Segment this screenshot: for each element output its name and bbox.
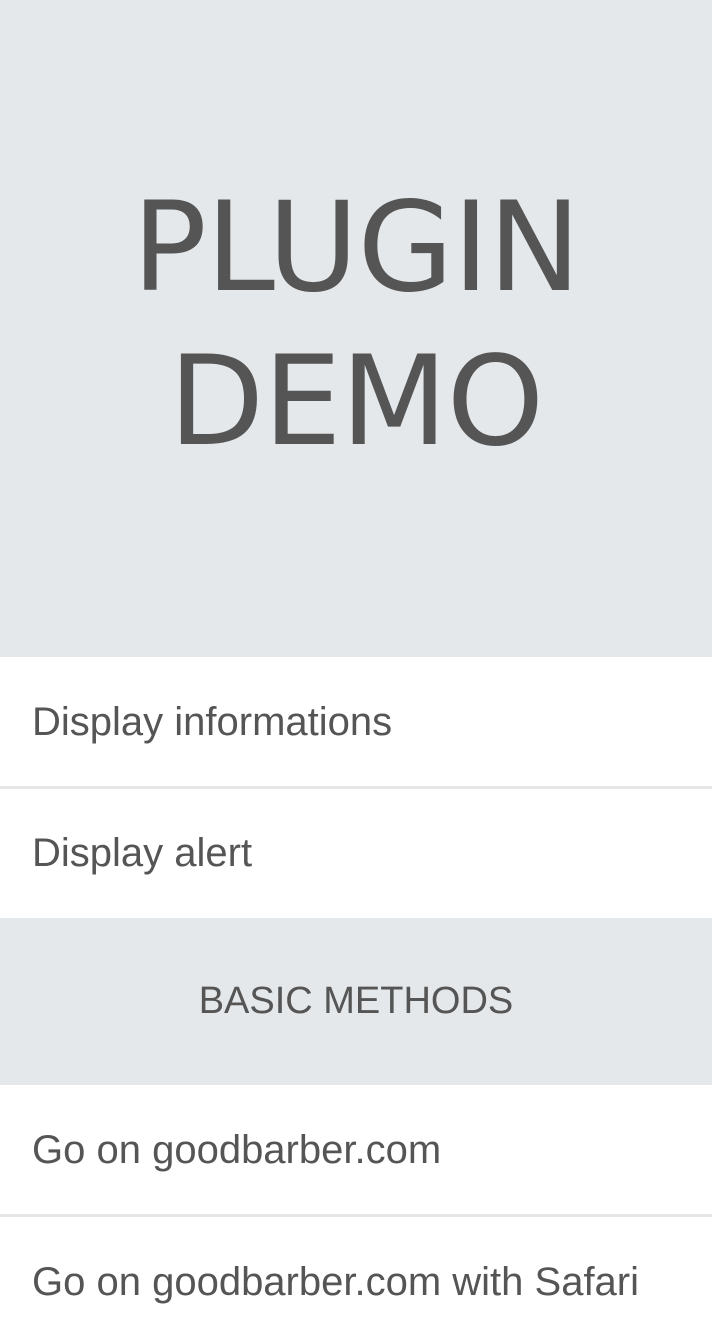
- hero-banner: PLUGIN DEMO: [0, 0, 712, 657]
- list-item-go-on-goodbarber[interactable]: Go on goodbarber.com: [0, 1085, 712, 1215]
- list-item-go-on-goodbarber-safari[interactable]: Go on goodbarber.com with Safari: [0, 1217, 712, 1340]
- page-title: PLUGIN DEMO: [132, 175, 581, 474]
- list-item-label: Go on goodbarber.com with Safari: [32, 1260, 640, 1304]
- list-item-label: Display alert: [32, 831, 253, 875]
- section-title: BASIC METHODS: [198, 980, 514, 1022]
- list-item-label: Go on goodbarber.com: [32, 1127, 442, 1172]
- list-item-display-informations[interactable]: Display informations: [0, 657, 712, 787]
- list-item-display-alert[interactable]: Display alert: [0, 789, 712, 918]
- section-header-basic-methods: BASIC METHODS: [0, 918, 712, 1085]
- list-item-label: Display informations: [32, 699, 393, 744]
